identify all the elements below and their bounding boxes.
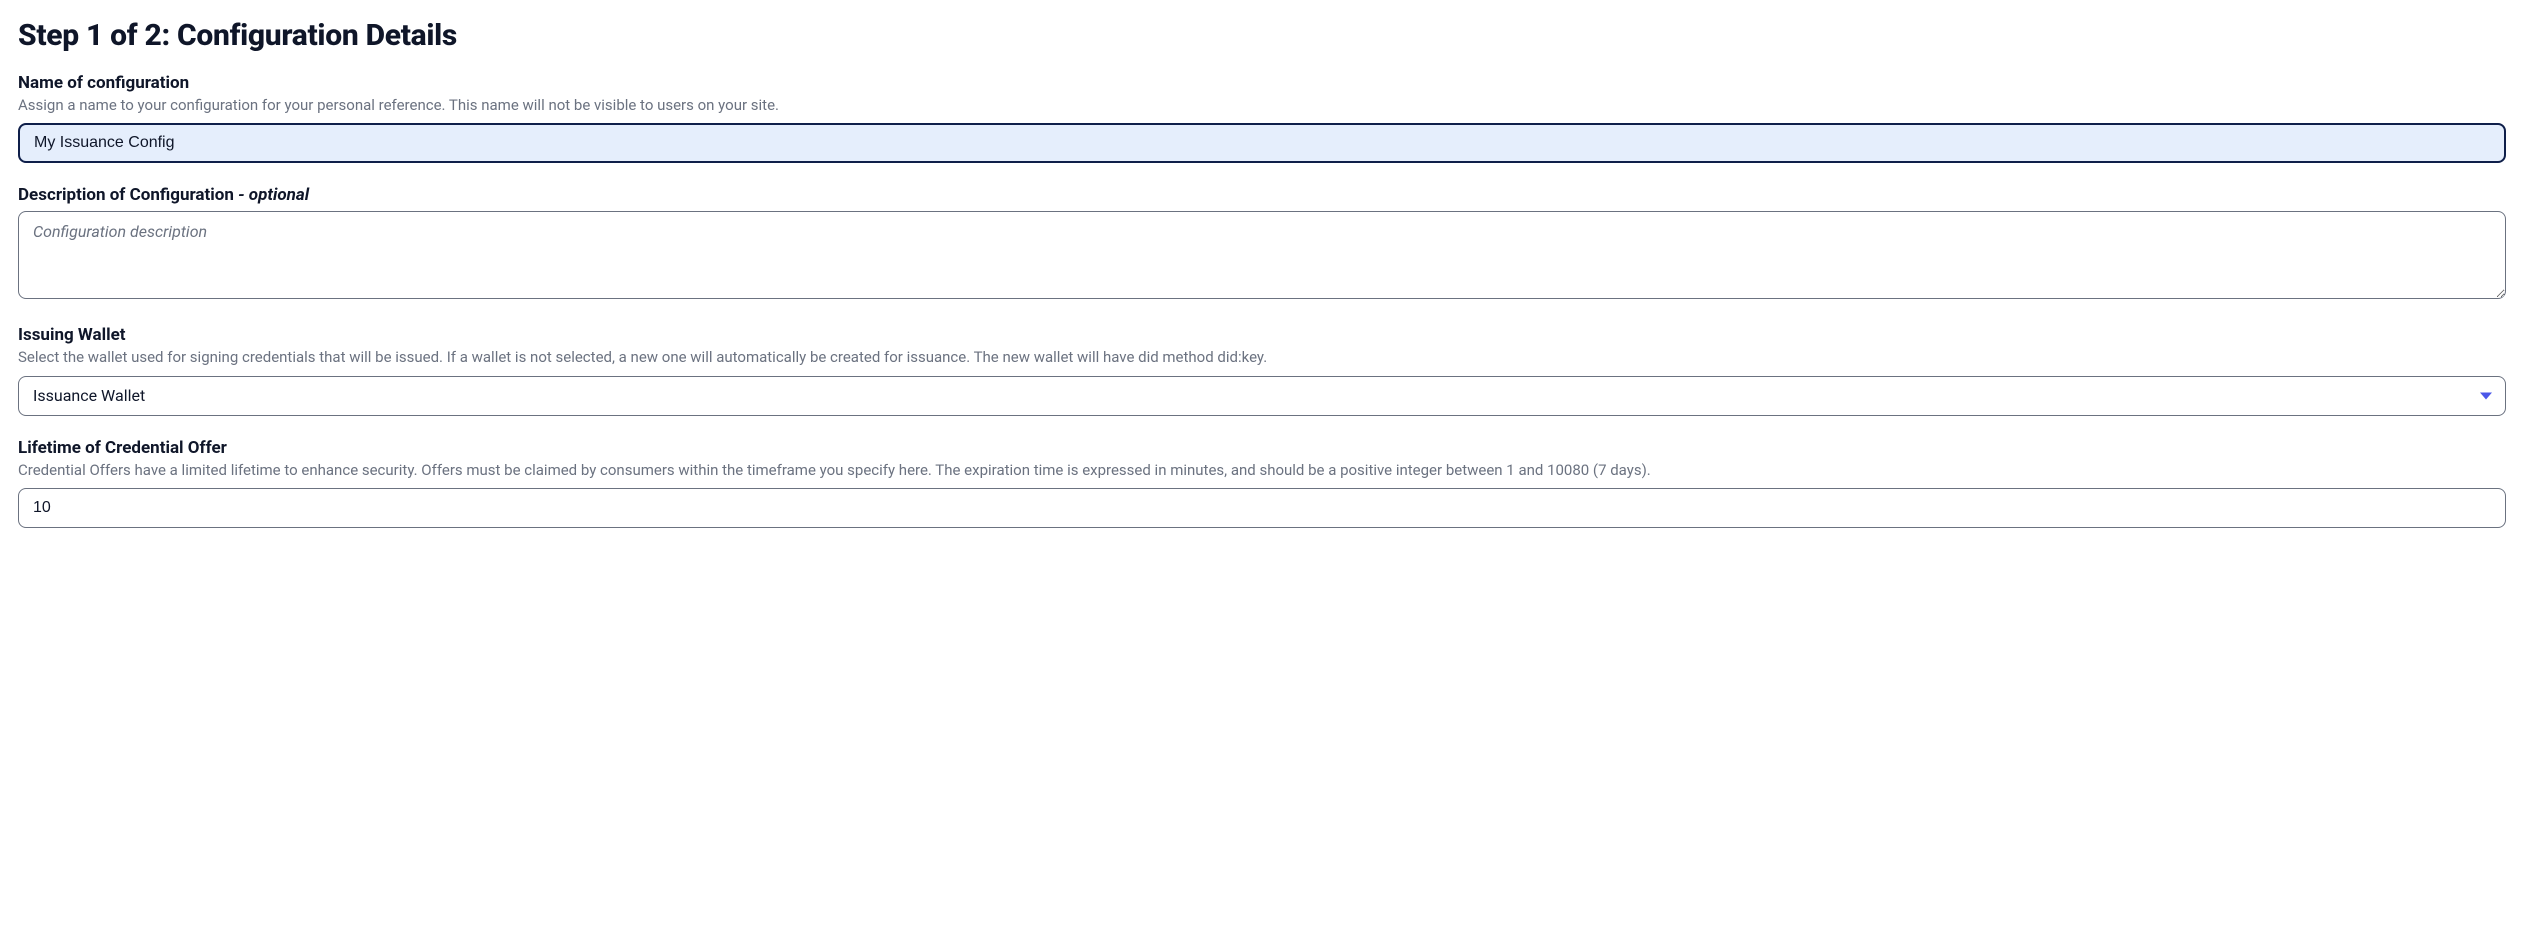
lifetime-input[interactable] bbox=[18, 488, 2506, 528]
field-group-name: Name of configuration Assign a name to y… bbox=[18, 73, 2506, 163]
name-label: Name of configuration bbox=[18, 73, 2506, 93]
name-input[interactable] bbox=[18, 123, 2506, 163]
page-title: Step 1 of 2: Configuration Details bbox=[18, 18, 2506, 53]
lifetime-help-text: Credential Offers have a limited lifetim… bbox=[18, 460, 2506, 480]
name-help-text: Assign a name to your configuration for … bbox=[18, 95, 2506, 115]
wallet-selected-value: Issuance Wallet bbox=[33, 386, 145, 405]
field-group-lifetime: Lifetime of Credential Offer Credential … bbox=[18, 438, 2506, 528]
lifetime-label: Lifetime of Credential Offer bbox=[18, 438, 2506, 458]
description-label-text: Description of Configuration bbox=[18, 185, 238, 205]
wallet-select-wrapper: Issuance Wallet bbox=[18, 376, 2506, 416]
wallet-select[interactable]: Issuance Wallet bbox=[18, 376, 2506, 416]
wallet-help-text: Select the wallet used for signing crede… bbox=[18, 347, 2506, 367]
field-group-description: Description of Configuration - optional bbox=[18, 185, 2506, 303]
description-label: Description of Configuration - optional bbox=[18, 185, 309, 205]
field-group-wallet: Issuing Wallet Select the wallet used fo… bbox=[18, 325, 2506, 415]
optional-flag: - optional bbox=[238, 185, 309, 205]
wallet-label: Issuing Wallet bbox=[18, 325, 2506, 345]
description-textarea[interactable] bbox=[18, 211, 2506, 299]
